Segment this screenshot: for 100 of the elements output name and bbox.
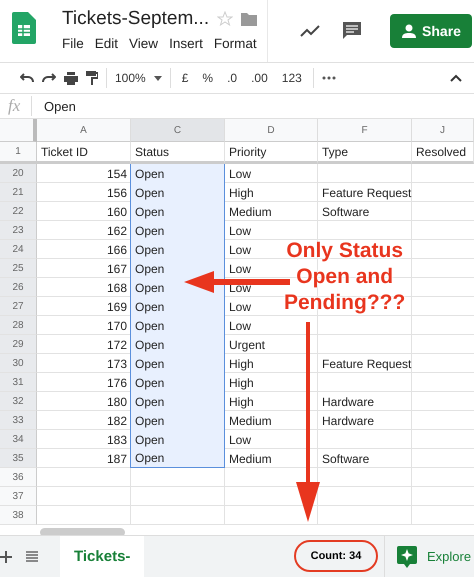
row-number[interactable]: 28 [0, 316, 37, 335]
row-number[interactable]: 1 [0, 142, 37, 164]
table-cell: Medium [229, 452, 272, 466]
row-number[interactable]: 30 [0, 354, 37, 373]
table-cell: 176 [106, 376, 127, 390]
menu-item[interactable]: Format [214, 36, 257, 51]
format-button[interactable]: .0 [227, 71, 238, 85]
row-number[interactable]: 24 [0, 240, 37, 259]
header-cell: Priority [225, 142, 318, 164]
header-cell: Type [318, 142, 412, 164]
menu-item[interactable]: Insert [169, 36, 203, 51]
header-cell: Resolved [412, 142, 474, 164]
table-cell: Open [130, 240, 225, 259]
row-number[interactable]: 37 [0, 487, 37, 506]
table-cell: Low [229, 262, 252, 276]
table-cell: Feature Request [322, 356, 412, 370]
table-cell: 182 [106, 414, 127, 428]
row-number[interactable]: 34 [0, 430, 37, 449]
table-cell: Open [130, 373, 225, 392]
row-number[interactable]: 32 [0, 392, 37, 411]
table-cell: Low [229, 318, 252, 332]
table-cell: 180 [106, 394, 127, 408]
row-number[interactable]: 21 [0, 183, 37, 202]
table-cell: Open [130, 202, 225, 221]
table-cell: Feature Request [322, 186, 412, 200]
row-number[interactable]: 33 [0, 411, 37, 430]
column-header[interactable]: A [37, 119, 131, 142]
row-number[interactable]: 26 [0, 278, 37, 297]
annotation-text: Only Status [286, 238, 404, 264]
table-cell: 162 [106, 224, 127, 238]
table-cell: Low [229, 432, 252, 446]
explore-icon [397, 546, 417, 568]
format-button[interactable]: £ [182, 71, 188, 85]
table-cell: Software [322, 452, 370, 466]
row-number[interactable]: 36 [0, 468, 37, 487]
sheet-tab[interactable]: Tickets- [60, 536, 144, 577]
add-sheet-icon[interactable] [0, 550, 12, 562]
table-cell: Low [229, 280, 252, 294]
table-cell: Open [130, 297, 225, 316]
format-button[interactable]: 123 [282, 71, 302, 85]
table-cell: Hardware [322, 414, 374, 428]
format-button[interactable]: .00 [251, 71, 268, 85]
table-cell: Software [322, 204, 370, 218]
count-summary[interactable]: Count: 34 [294, 540, 378, 572]
person-icon [401, 24, 418, 38]
row-number[interactable]: 23 [0, 221, 37, 240]
table-cell: Open [130, 449, 225, 468]
column-header[interactable]: C [131, 119, 225, 142]
explore-button[interactable]: Explore [384, 536, 474, 577]
row-number[interactable]: 22 [0, 202, 37, 221]
table-cell: Low [229, 166, 252, 180]
table-cell: Low [229, 300, 252, 314]
table-cell: Open [130, 411, 225, 430]
trend-line-icon[interactable] [300, 25, 320, 37]
caret-icon[interactable] [154, 76, 162, 80]
star-icon[interactable] [217, 11, 234, 27]
table-cell: Open [130, 183, 225, 202]
redo-icon[interactable] [42, 73, 56, 83]
table-cell: 167 [106, 262, 127, 276]
formula-value[interactable]: Open [32, 98, 76, 114]
menu-item[interactable]: File [62, 36, 84, 51]
zoom-value[interactable]: 100% [115, 71, 146, 85]
more-icon[interactable] [322, 76, 336, 80]
annotation-text: Pending??? [284, 290, 406, 316]
sheets-logo-icon[interactable] [12, 12, 36, 44]
row-number[interactable]: 25 [0, 259, 37, 278]
row-number[interactable]: 35 [0, 449, 37, 468]
format-button[interactable]: % [202, 71, 214, 85]
share-button[interactable]: Share [390, 14, 472, 48]
table-cell: 172 [106, 338, 127, 352]
table-cell: High [229, 376, 254, 390]
table-cell: High [229, 394, 254, 408]
table-cell: 156 [106, 186, 127, 200]
table-cell: 187 [106, 452, 127, 466]
row-number[interactable]: 20 [0, 164, 37, 183]
menu-item[interactable]: Edit [94, 36, 118, 51]
document-title[interactable]: Tickets-Septem... [62, 8, 210, 30]
column-header[interactable]: J [412, 119, 474, 142]
table-cell: 169 [106, 300, 127, 314]
table-cell: Hardware [322, 394, 374, 408]
row-number[interactable]: 38 [0, 506, 37, 525]
row-number[interactable]: 29 [0, 335, 37, 354]
folder-icon[interactable] [241, 12, 258, 26]
table-cell: 160 [106, 204, 127, 218]
column-header[interactable]: D [225, 119, 318, 142]
row-number[interactable]: 31 [0, 373, 37, 392]
comment-icon[interactable] [342, 21, 362, 41]
table-cell: Open [130, 221, 225, 240]
column-header[interactable]: F [318, 119, 412, 142]
table-cell: Open [130, 392, 225, 411]
undo-icon[interactable] [20, 73, 34, 83]
menu-item[interactable]: View [129, 36, 158, 51]
paint-format-icon[interactable] [86, 71, 98, 85]
sheet-list-icon[interactable] [26, 551, 38, 562]
table-cell: Open [130, 164, 225, 183]
table-cell: Open [130, 335, 225, 354]
print-icon[interactable] [64, 72, 78, 84]
table-cell: Low [229, 224, 252, 238]
chevron-up-icon[interactable] [450, 74, 462, 82]
row-number[interactable]: 27 [0, 297, 37, 316]
